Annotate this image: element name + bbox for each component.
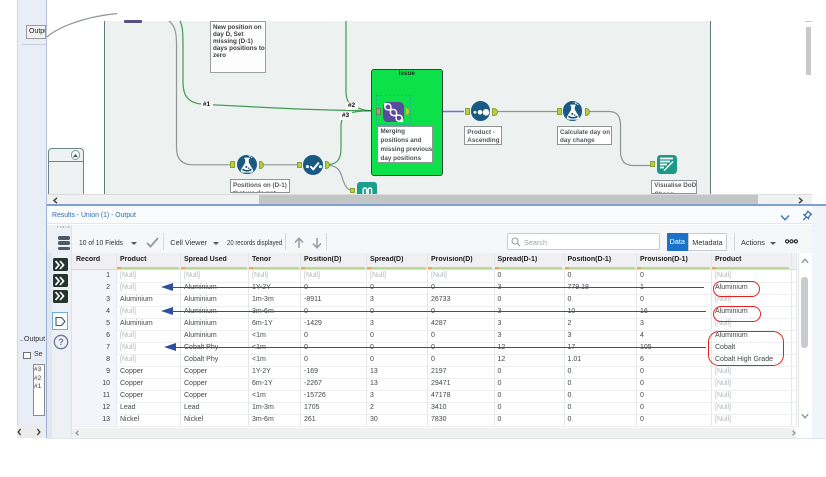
svg-text:?: ? [58,337,64,347]
